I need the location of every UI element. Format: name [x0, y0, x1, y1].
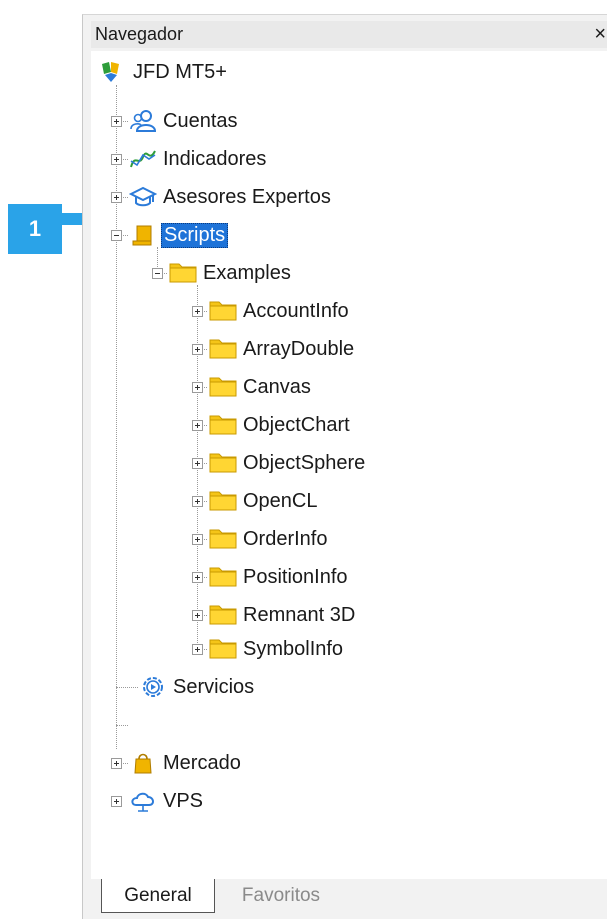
- panel-title: Navegador: [95, 24, 184, 44]
- tree-root[interactable]: JFD MT5+: [99, 57, 227, 87]
- panel-titlebar: Navegador ×: [91, 21, 607, 48]
- tree-item-canvas[interactable]: Canvas: [209, 372, 311, 402]
- tree-item-label: ObjectSphere: [243, 451, 366, 474]
- tree-item-objectchart[interactable]: ObjectChart: [209, 410, 350, 440]
- expand-opencl-icon[interactable]: [192, 496, 203, 507]
- folder-icon: [209, 451, 237, 475]
- tree-item-label: ArrayDouble: [243, 337, 355, 360]
- expand-accountinfo-icon[interactable]: [192, 306, 203, 317]
- expert-advisors-icon: [129, 185, 157, 209]
- tree-item-positioninfo[interactable]: PositionInfo: [209, 562, 348, 592]
- tree-item-label: Asesores Expertos: [163, 185, 331, 208]
- tree-item-servicios[interactable]: Servicios: [139, 672, 254, 702]
- accounts-icon: [129, 109, 157, 133]
- expand-remnant3d-icon[interactable]: [192, 610, 203, 621]
- tree-item-examples[interactable]: Examples: [169, 258, 291, 288]
- tab-general[interactable]: General: [101, 879, 215, 913]
- navigator-tree: JFD MT5+ Cuentas Indicadores Asesores Ex…: [91, 51, 607, 879]
- folder-icon: [209, 527, 237, 551]
- expand-mercado-icon[interactable]: [111, 758, 122, 769]
- expand-cuentas-icon[interactable]: [111, 116, 122, 127]
- folder-icon: [209, 375, 237, 399]
- tab-favoritos[interactable]: Favoritos: [226, 879, 336, 913]
- expand-indicadores-icon[interactable]: [111, 154, 122, 165]
- tree-item-label: SymbolInfo: [243, 637, 344, 660]
- tree-item-label: ObjectChart: [243, 413, 350, 436]
- tree-item-accountinfo[interactable]: AccountInfo: [209, 296, 349, 326]
- tree-item-cuentas[interactable]: Cuentas: [129, 106, 238, 136]
- tree-item-label: Servicios: [173, 675, 255, 698]
- expand-positioninfo-icon[interactable]: [192, 572, 203, 583]
- tree-item-arraydouble[interactable]: ArrayDouble: [209, 334, 354, 364]
- tree-item-opencl[interactable]: OpenCL: [209, 486, 318, 516]
- expand-objectsphere-icon[interactable]: [192, 458, 203, 469]
- tree-item-label-selected: Scripts: [161, 222, 229, 248]
- tree-root-label: JFD MT5+: [133, 60, 227, 83]
- tree-item-mercado[interactable]: Mercado: [129, 748, 241, 778]
- navigator-panel: Navegador × JFD MT5+ Cuentas Indicadores…: [82, 14, 607, 919]
- expand-arraydouble-icon[interactable]: [192, 344, 203, 355]
- close-icon[interactable]: ×: [594, 22, 606, 46]
- folder-icon: [209, 413, 237, 437]
- collapse-scripts-icon[interactable]: [111, 230, 122, 241]
- tree-item-label: Mercado: [163, 751, 241, 774]
- tree-item-objectsphere[interactable]: ObjectSphere: [209, 448, 365, 478]
- expand-orderinfo-icon[interactable]: [192, 534, 203, 545]
- tree-item-asesores-expertos[interactable]: Asesores Expertos: [129, 182, 331, 212]
- tree-item-label: PositionInfo: [243, 565, 348, 588]
- folder-icon: [209, 489, 237, 513]
- tree-item-label: AccountInfo: [243, 299, 349, 322]
- folder-icon: [209, 637, 237, 661]
- tree-item-symbolinfo[interactable]: SymbolInfo: [209, 634, 343, 664]
- panel-tabs: General Favoritos: [91, 879, 607, 920]
- services-icon: [139, 675, 167, 699]
- tree-item-scripts[interactable]: Scripts: [129, 220, 229, 250]
- scripts-icon: [129, 223, 157, 247]
- tree-item-vps[interactable]: VPS: [129, 786, 203, 816]
- tree-item-remnant-3d[interactable]: Remnant 3D: [209, 600, 355, 630]
- tree-item-label: OpenCL: [243, 489, 318, 512]
- indicators-icon: [129, 147, 157, 171]
- market-icon: [129, 751, 157, 775]
- folder-icon: [209, 603, 237, 627]
- tree-item-label: Remnant 3D: [243, 603, 356, 626]
- tree-item-label: Indicadores: [163, 147, 267, 170]
- expand-symbolinfo-icon[interactable]: [192, 644, 203, 655]
- callout-number: 1: [28, 216, 42, 241]
- tree-item-orderinfo[interactable]: OrderInfo: [209, 524, 327, 554]
- tree-item-label: OrderInfo: [243, 527, 328, 550]
- folder-icon: [209, 337, 237, 361]
- expand-canvas-icon[interactable]: [192, 382, 203, 393]
- callout-badge: 1: [8, 204, 62, 254]
- expand-objectchart-icon[interactable]: [192, 420, 203, 431]
- terminal-logo-icon: [99, 60, 127, 84]
- tree-item-label: Examples: [203, 261, 291, 284]
- expand-asesores-icon[interactable]: [111, 192, 122, 203]
- folder-icon: [209, 565, 237, 589]
- tree-item-label: VPS: [163, 789, 204, 812]
- tree-item-label: Cuentas: [163, 109, 238, 132]
- folder-icon: [169, 261, 197, 285]
- tree-item-indicadores[interactable]: Indicadores: [129, 144, 266, 174]
- collapse-examples-icon[interactable]: [152, 268, 163, 279]
- vps-icon: [129, 789, 157, 813]
- folder-icon: [209, 299, 237, 323]
- expand-vps-icon[interactable]: [111, 796, 122, 807]
- tree-item-label: Canvas: [243, 375, 311, 398]
